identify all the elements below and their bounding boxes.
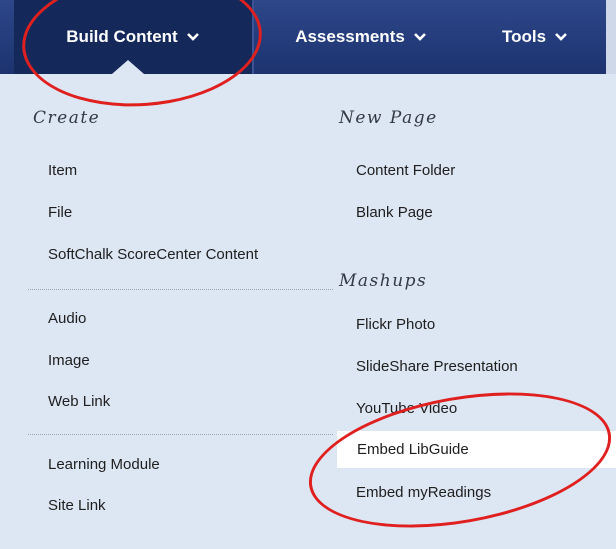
menu-item-learning-module[interactable]: Learning Module	[48, 456, 160, 473]
group-divider	[28, 434, 333, 435]
toolbar-separator	[252, 0, 254, 74]
build-content-label: Build Content	[66, 27, 178, 46]
menu-item-item[interactable]: Item	[48, 162, 77, 179]
menu-item-image[interactable]: Image	[48, 352, 90, 369]
assessments-button[interactable]: Assessments	[256, 0, 466, 74]
new-page-heading: New Page	[339, 108, 438, 128]
menu-item-softchalk[interactable]: SoftChalk ScoreCenter Content	[48, 246, 258, 263]
chevron-down-icon	[554, 27, 568, 47]
tools-button[interactable]: Tools	[470, 0, 600, 74]
menu-item-embed-myreadings[interactable]: Embed myReadings	[356, 484, 491, 501]
menu-item-audio[interactable]: Audio	[48, 310, 86, 327]
menu-item-site-link[interactable]: Site Link	[48, 497, 106, 514]
menu-item-youtube-video[interactable]: YouTube Video	[356, 400, 457, 417]
create-heading: Create	[33, 108, 101, 128]
group-divider	[28, 289, 333, 290]
course-toolbar: Build Content Assessments Tools	[0, 0, 616, 82]
toolbar-edge	[606, 0, 616, 74]
chevron-down-icon	[186, 27, 200, 47]
assessments-label: Assessments	[295, 27, 405, 46]
menu-item-slideshare[interactable]: SlideShare Presentation	[356, 358, 518, 375]
tools-label: Tools	[501, 27, 547, 46]
menu-item-flickr-photo[interactable]: Flickr Photo	[356, 316, 435, 333]
menu-item-content-folder[interactable]: Content Folder	[356, 162, 455, 179]
chevron-down-icon	[413, 27, 427, 47]
mashups-heading: Mashups	[339, 271, 428, 291]
menu-item-blank-page[interactable]: Blank Page	[356, 204, 433, 221]
menu-item-file[interactable]: File	[48, 204, 72, 221]
menu-item-embed-libguide[interactable]: Embed LibGuide	[337, 431, 616, 468]
dropdown-pointer	[112, 60, 144, 74]
menu-item-web-link[interactable]: Web Link	[48, 393, 110, 410]
